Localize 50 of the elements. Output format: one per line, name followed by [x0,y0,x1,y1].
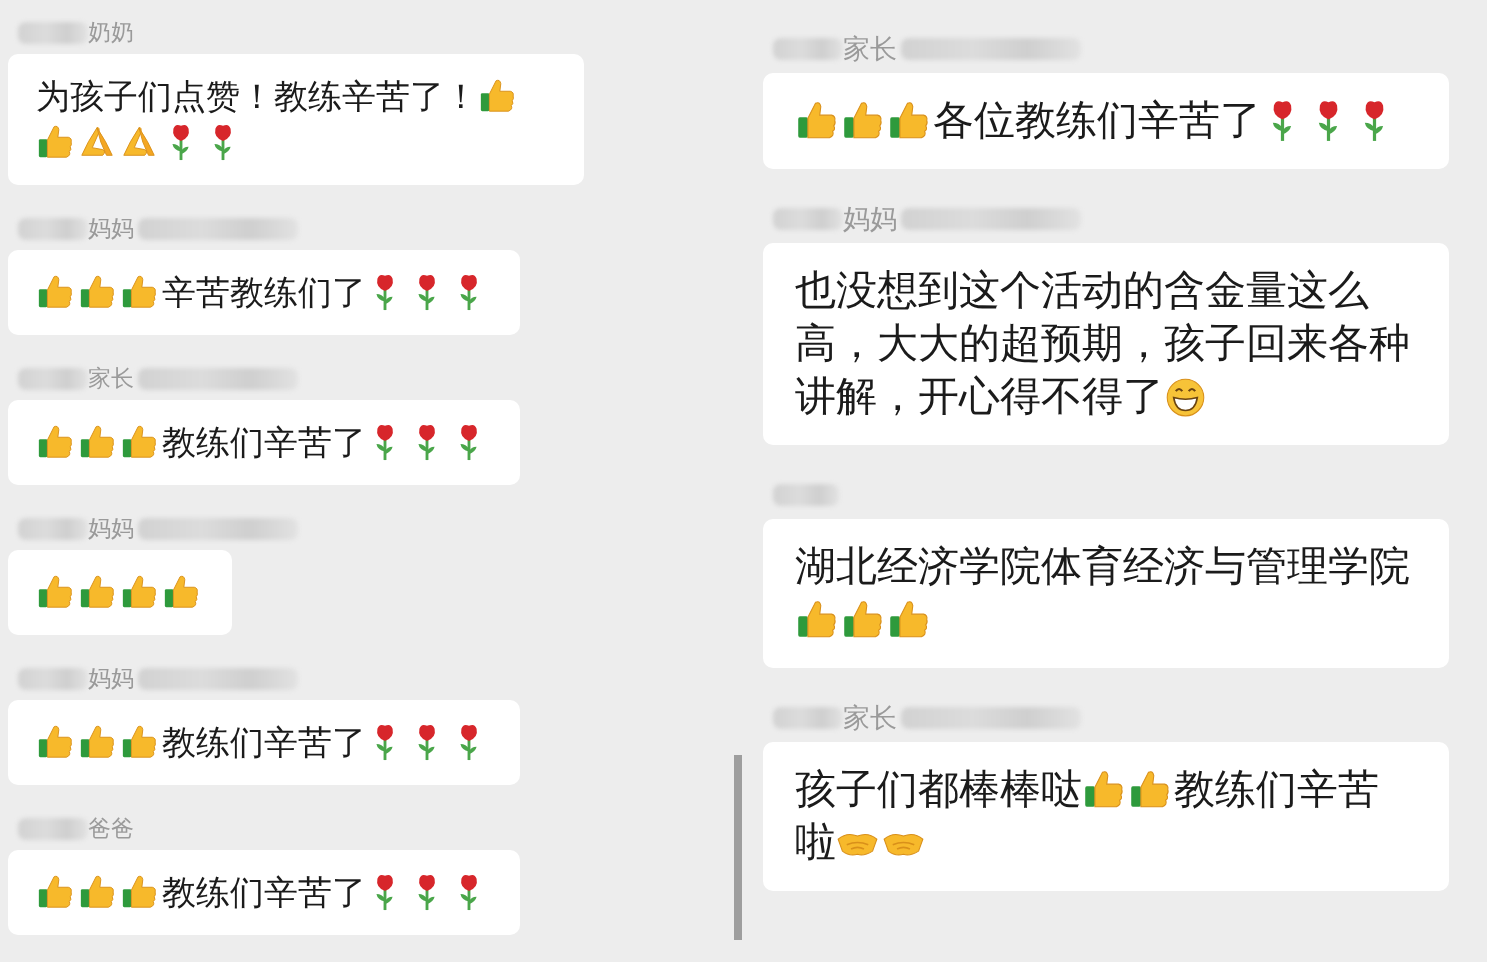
thumbs-up-icon [120,423,158,461]
thumbs-up-icon [162,573,200,611]
message-text: 孩子们都棒棒哒 [795,764,1082,815]
redacted-name [18,217,88,240]
message-text: 教练们辛苦了 [162,721,366,764]
sender-name: 妈妈 [88,514,134,543]
thumbs-up-icon [36,123,74,161]
thumbs-up-icon [78,573,116,611]
sender-name: 家长 [88,364,134,393]
thumbs-up-icon [120,573,158,611]
scrollbar[interactable] [734,755,742,940]
sender-name: 家长 [843,32,897,66]
message-text: 湖北经济学院体育经济与管理学院 [795,541,1410,592]
message-text: 各位教练们辛苦了 [933,95,1261,146]
thumbs-up-icon [36,273,74,311]
redacted-name [773,484,839,506]
thumbs-up-icon [120,273,158,311]
thumbs-up-icon [36,873,74,911]
redacted-name [773,208,843,230]
redacted-name [18,667,88,690]
thumbs-up-icon [36,573,74,611]
message-text: 教练们辛苦了 [162,421,366,464]
thumbs-up-icon [78,873,116,911]
thumbs-up-icon [36,423,74,461]
sender-name: 家长 [843,701,897,735]
message-text: 讲解，开心得不得了 [795,371,1164,422]
redacted-name [18,517,88,540]
message-text: 教练们辛苦了 [162,871,366,914]
sender-name: 妈妈 [88,664,134,693]
thumbs-up-icon [78,273,116,311]
redacted-name [18,817,88,840]
message-text: 教练们辛苦 [1174,764,1379,815]
redacted-name [773,38,843,60]
redacted-name [18,367,88,390]
message-text: 辛苦教练们了 [162,271,366,314]
redacted-name [18,21,88,44]
sender-name: 奶奶 [88,18,134,47]
thumbs-up-icon [478,77,516,115]
message-text: 啦 [795,817,836,868]
sender-name: 妈妈 [88,214,134,243]
redacted-name [773,707,843,729]
message-text: 也没想到这个活动的含金量这么高，大大的超预期，孩子回来各种 [795,265,1411,369]
message-text: 为孩子们点赞！教练辛苦了！ [36,75,478,118]
sender-name: 妈妈 [843,202,897,236]
sender-name: 爸爸 [88,814,134,843]
thumbs-up-icon [78,723,116,761]
thumbs-up-icon [36,723,74,761]
thumbs-up-icon [120,723,158,761]
thumbs-up-icon [78,423,116,461]
thumbs-up-icon [120,873,158,911]
